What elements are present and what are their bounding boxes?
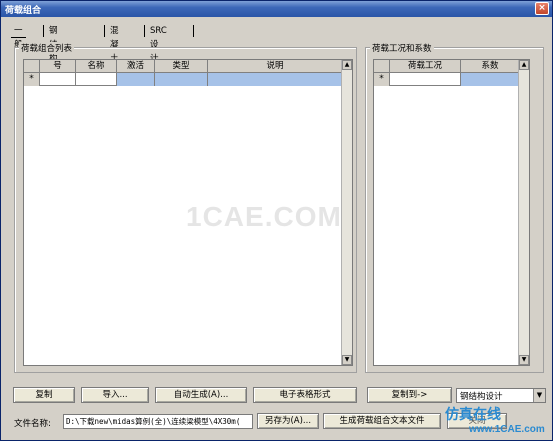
column-header-name[interactable]: 名称 [76,60,117,73]
tab-steel-design[interactable]: 钢结构设计 [46,24,61,92]
cell-name[interactable] [76,73,117,86]
load-case-factor-grid[interactable]: 荷载工况 系数 * ▲ ▼ [373,59,530,366]
cell-load-case[interactable] [390,73,461,86]
auto-generate-button[interactable]: 自动生成(A)... [155,387,247,403]
cell-number[interactable] [40,73,76,86]
column-header-load-case[interactable]: 荷载工况 [390,60,461,73]
generate-text-file-button[interactable]: 生成荷载组合文本文件 [323,413,441,429]
grid-scrollbar[interactable]: ▲ ▼ [518,60,529,365]
scroll-down-icon[interactable]: ▼ [342,355,352,365]
copy-to-select-value: 钢结构设计 [460,392,503,402]
load-combination-list-label: 荷载组合列表 [19,42,75,54]
save-as-button[interactable]: 另存为(A)... [257,413,319,429]
watermark-brand: 仿真在线 [445,407,501,423]
copy-button[interactable]: 复制 [13,387,75,403]
watermark-url: www.1CAE.com [469,424,545,435]
copy-to-select[interactable]: 钢结构设计 ▼ [456,388,546,403]
title-bar[interactable]: 荷载组合 × [1,1,552,17]
chevron-down-icon[interactable]: ▼ [533,389,545,402]
column-header-number[interactable]: 号 [40,60,76,73]
column-header-active[interactable]: 激活 [117,60,155,73]
scroll-up-icon[interactable]: ▲ [342,60,352,70]
cell-description[interactable] [208,73,342,86]
tab-separator [193,25,194,37]
table-row[interactable]: * [374,73,519,86]
row-header-corner [24,60,40,73]
tab-separator [104,25,105,37]
tab-separator [144,25,145,37]
column-header-type[interactable]: 类型 [155,60,208,73]
spreadsheet-button[interactable]: 电子表格形式 [253,387,357,403]
tab-general[interactable]: 一般 [11,24,26,50]
grid-scrollbar[interactable]: ▲ ▼ [341,60,352,365]
dialog-window: 荷载组合 × 一般 钢结构设计 混凝土设计 SRC设计 荷载组合列表 号 名称 … [0,0,553,441]
table-row[interactable]: * [24,73,342,86]
grid-header: 号 名称 激活 类型 说明 [24,60,342,73]
window-title: 荷载组合 [5,6,42,16]
new-row-marker: * [374,73,390,86]
file-name-field[interactable]: D:\下载new\midas算例(全)\连续梁模型\4X30m( [63,414,253,429]
cell-type[interactable] [155,73,208,86]
cell-active[interactable] [117,73,155,86]
file-name-label: 文件名称: [14,419,51,429]
grid-header: 荷载工况 系数 [374,60,519,73]
tab-src-design[interactable]: SRC设计 [147,24,170,64]
new-row-marker: * [24,73,40,86]
watermark-center: 1CAE.COM [186,201,342,232]
column-header-factor[interactable]: 系数 [461,60,519,73]
cell-factor[interactable] [461,73,519,86]
copy-to-button[interactable]: 复制到-> [367,387,452,403]
import-button[interactable]: 导入... [81,387,149,403]
scroll-down-icon[interactable]: ▼ [519,355,529,365]
tab-separator [43,25,44,37]
load-case-factor-label: 荷载工况和系数 [370,42,434,54]
tab-concrete-design[interactable]: 混凝土设计 [107,24,122,92]
close-icon[interactable]: × [535,2,549,15]
row-header-corner [374,60,390,73]
scroll-up-icon[interactable]: ▲ [519,60,529,70]
column-header-description[interactable]: 说明 [208,60,342,73]
